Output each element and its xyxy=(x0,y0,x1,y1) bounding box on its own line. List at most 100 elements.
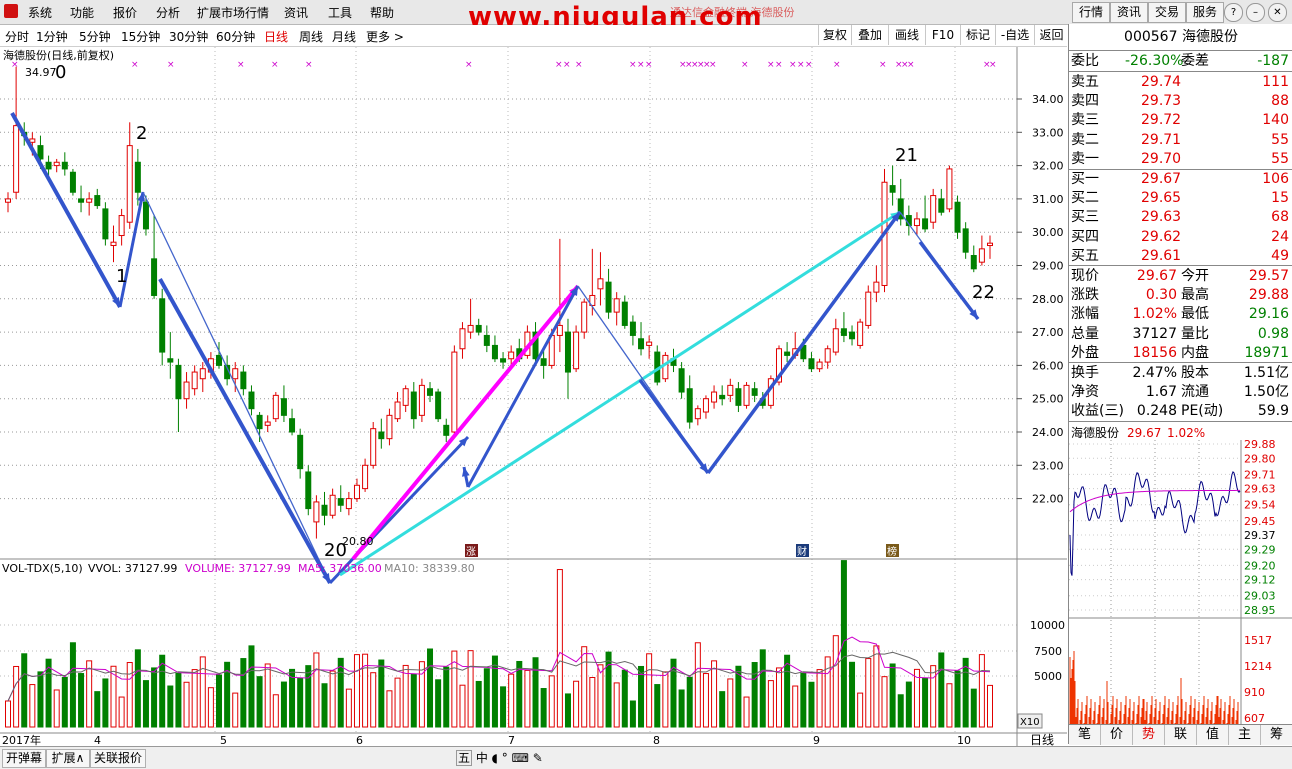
related-quote-button[interactable]: 关联报价 xyxy=(90,749,146,768)
volume-bar xyxy=(589,676,596,728)
volume-bar xyxy=(516,660,523,728)
period-more[interactable]: 更多 > xyxy=(366,28,404,45)
ask-row[interactable]: 卖三 29.72 140 xyxy=(1069,111,1292,129)
expand-button[interactable]: 扩展∧ xyxy=(46,749,90,768)
tab-service[interactable]: 服务 xyxy=(1186,2,1224,23)
bid-row[interactable]: 买四 29.62 24 xyxy=(1069,228,1292,246)
app-logo-icon[interactable] xyxy=(4,4,18,18)
candle-body xyxy=(930,195,937,223)
chart-grid xyxy=(0,47,1017,733)
tab-2[interactable]: 势 xyxy=(1133,725,1165,745)
tab-3[interactable]: 联 xyxy=(1165,725,1197,745)
candle-body xyxy=(410,391,417,420)
volume-bar xyxy=(719,691,726,728)
tab-1[interactable]: 价 xyxy=(1101,725,1133,745)
menu-tools[interactable]: 工具 xyxy=(328,4,352,21)
period-monthly[interactable]: 月线 xyxy=(332,28,356,45)
back-button[interactable]: 返回 xyxy=(1034,25,1068,45)
bid-row[interactable]: 买三 29.63 68 xyxy=(1069,208,1292,226)
period-5min[interactable]: 5分钟 xyxy=(79,28,111,45)
bid-row[interactable]: 买五 29.61 49 xyxy=(1069,247,1292,265)
stat-row: 涨跌 0.30 最高 29.88 xyxy=(1071,287,1289,304)
volume-bar xyxy=(248,645,255,728)
svg-text:8: 8 xyxy=(653,734,660,746)
svg-text:5000: 5000 xyxy=(1034,670,1062,683)
overlay-button[interactable]: 叠加 xyxy=(851,25,888,45)
menu-help[interactable]: 帮助 xyxy=(370,4,394,21)
volume-bar xyxy=(922,677,929,728)
tab-4[interactable]: 值 xyxy=(1197,725,1229,745)
period-daily[interactable]: 日线 xyxy=(264,28,288,45)
menu-function[interactable]: 功能 xyxy=(70,4,94,21)
svg-text:VOLUME: 37127.99: VOLUME: 37127.99 xyxy=(185,562,291,575)
volume-bar xyxy=(94,691,101,728)
candle-body xyxy=(402,388,409,406)
help-icon[interactable]: ? xyxy=(1224,3,1243,22)
volume-bar xyxy=(378,659,385,728)
event-badge-rank[interactable]: 榜 xyxy=(887,545,897,558)
ask-row[interactable]: 卖二 29.71 55 xyxy=(1069,131,1292,149)
f10-button[interactable]: F10 xyxy=(925,25,960,45)
menu-analysis[interactable]: 分析 xyxy=(156,4,180,21)
mark-button[interactable]: 标记 xyxy=(960,25,995,45)
volume-bar xyxy=(126,662,133,728)
period-30min[interactable]: 30分钟 xyxy=(169,28,208,45)
volume-bars xyxy=(5,560,993,728)
volume-bar xyxy=(711,660,718,728)
period-intraday[interactable]: 分时 xyxy=(5,28,29,45)
intraday-mini-chart[interactable]: 29.8829.80 29.71 29.63 29.54 29.4529.3729.29… xyxy=(1069,440,1292,740)
tab-trade[interactable]: 交易 xyxy=(1148,2,1186,23)
candle-body xyxy=(191,371,198,390)
candle-body xyxy=(289,418,296,433)
menu-extended-market[interactable]: 扩展市场行情 xyxy=(197,4,269,21)
menu-news[interactable]: 资讯 xyxy=(284,4,308,21)
period-weekly[interactable]: 周线 xyxy=(299,28,323,45)
drawline-button[interactable]: 画线 xyxy=(888,25,925,45)
menu-system[interactable]: 系统 xyxy=(28,4,52,21)
adjust-button[interactable]: 复权 xyxy=(818,25,851,45)
daily-tab-label[interactable]: 日线 xyxy=(1030,733,1054,746)
tab-6[interactable]: 筹 xyxy=(1261,725,1292,745)
volume-bar xyxy=(686,676,693,728)
tab-news[interactable]: 资讯 xyxy=(1110,2,1148,23)
event-badge-finance[interactable]: 财 xyxy=(797,545,807,558)
x10-label: X10 xyxy=(1020,717,1040,728)
marker-cross: × xyxy=(709,60,717,70)
period-1min[interactable]: 1分钟 xyxy=(36,28,68,45)
candle-body xyxy=(824,348,831,363)
marker-cross: × xyxy=(305,60,313,70)
watchlist-button[interactable]: -自选 xyxy=(995,25,1034,45)
tab-5[interactable]: 主 xyxy=(1229,725,1261,745)
candle-body xyxy=(849,331,856,340)
period-15min[interactable]: 15分钟 xyxy=(121,28,160,45)
close-icon[interactable]: ✕ xyxy=(1268,3,1287,22)
minimize-icon[interactable]: – xyxy=(1246,3,1265,22)
candle-body xyxy=(29,138,36,143)
candle-body xyxy=(597,278,604,290)
menu-quote[interactable]: 报价 xyxy=(113,4,137,21)
mini-price-tick: 29.12 xyxy=(1244,574,1276,587)
tab-0[interactable]: 笔 xyxy=(1069,725,1101,745)
bottom-bar: 开弹幕 扩展∧ 关联报价 五 中 ◖ ° ⌨ ✎ xyxy=(0,746,1292,769)
svg-text:VVOL: 37127.99: VVOL: 37127.99 xyxy=(88,562,177,575)
event-badges: 涨 财 榜 xyxy=(465,544,899,558)
ask-row[interactable]: 卖四 29.73 88 xyxy=(1069,92,1292,110)
wave-label-20: 20 xyxy=(324,540,347,561)
candle-body xyxy=(711,391,718,403)
kline-chart[interactable]: 海德股份(日线,前复权) × × × × × × × × × × × × × ×××××× × × × × × × × ×… xyxy=(0,47,1067,746)
bid-row[interactable]: 买二 29.65 15 xyxy=(1069,189,1292,207)
bid-row[interactable]: 买一 29.67 106 xyxy=(1069,170,1292,188)
wave-label-22: 22 xyxy=(972,282,995,303)
tab-market[interactable]: 行情 xyxy=(1072,2,1110,23)
ask-row[interactable]: 卖五 29.74 111 xyxy=(1069,73,1292,91)
candle-body xyxy=(784,351,791,356)
ask-row[interactable]: 卖一 29.70 55 xyxy=(1069,150,1292,168)
event-badge-limit[interactable]: 涨 xyxy=(466,546,476,558)
candle-body xyxy=(613,298,620,313)
input-method-icons[interactable]: 五 中 ◖ ° ⌨ ✎ xyxy=(456,749,576,766)
candle-body xyxy=(638,338,645,350)
period-60min[interactable]: 60分钟 xyxy=(216,28,255,45)
candle-body xyxy=(962,228,969,253)
danmaku-button[interactable]: 开弹幕 xyxy=(2,749,46,768)
candle-body xyxy=(946,168,953,210)
